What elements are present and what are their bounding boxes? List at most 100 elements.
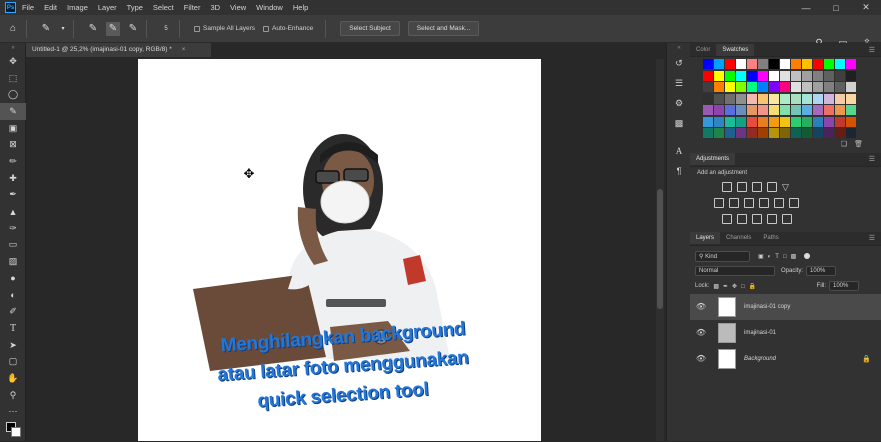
auto-enhance-checkbox[interactable]: Auto-Enhance bbox=[263, 25, 313, 32]
exposure-icon[interactable] bbox=[767, 181, 777, 192]
color-swatch[interactable] bbox=[747, 105, 757, 115]
maximize-icon[interactable]: □ bbox=[821, 0, 851, 15]
channel-mixer-icon[interactable] bbox=[774, 197, 784, 208]
menu-type[interactable]: Type bbox=[127, 3, 143, 12]
eye-icon[interactable]: 👁 bbox=[694, 354, 708, 363]
color-swatch[interactable] bbox=[725, 82, 735, 92]
filter-toggle-icon[interactable] bbox=[804, 253, 811, 259]
color-swatch[interactable] bbox=[802, 82, 812, 92]
menu-window[interactable]: Window bbox=[256, 3, 283, 12]
color-swatch[interactable] bbox=[802, 128, 812, 138]
color-swatch[interactable] bbox=[835, 128, 845, 138]
color-swatch[interactable] bbox=[736, 128, 746, 138]
color-swatch[interactable] bbox=[736, 59, 746, 69]
color-swatch[interactable] bbox=[769, 105, 779, 115]
color-swatch[interactable] bbox=[758, 105, 768, 115]
color-swatch[interactable] bbox=[802, 93, 812, 104]
color-swatch[interactable] bbox=[747, 93, 757, 104]
color-swatch[interactable] bbox=[747, 116, 757, 127]
move-tool-icon[interactable]: ✥ bbox=[0, 53, 26, 70]
color-swatch[interactable] bbox=[846, 93, 856, 104]
clone-stamp-tool-icon[interactable]: ▲ bbox=[0, 203, 26, 220]
color-balance-icon[interactable] bbox=[729, 197, 739, 208]
minimize-icon[interactable]: — bbox=[791, 0, 821, 15]
color-swatch[interactable] bbox=[758, 82, 768, 92]
color-swatch[interactable] bbox=[703, 128, 713, 138]
color-swatch[interactable] bbox=[747, 128, 757, 138]
chevron-down-icon[interactable]: ▾ bbox=[59, 22, 67, 36]
color-swatch[interactable] bbox=[736, 93, 746, 104]
menu-file[interactable]: File bbox=[22, 3, 34, 12]
frame-tool-icon[interactable]: ⊠ bbox=[0, 136, 26, 153]
color-swatch[interactable] bbox=[703, 70, 713, 81]
color-swatch[interactable] bbox=[791, 70, 801, 81]
quick-selection-preset-icon[interactable]: ✎ bbox=[39, 22, 53, 36]
collapse-icon[interactable]: « bbox=[667, 43, 691, 53]
color-swatch[interactable] bbox=[758, 128, 768, 138]
color-swatch[interactable] bbox=[813, 116, 823, 127]
scrollbar-thumb[interactable] bbox=[657, 189, 663, 309]
color-swatch[interactable] bbox=[747, 82, 757, 92]
color-swatch[interactable] bbox=[703, 59, 713, 69]
pen-tool-icon[interactable]: ✐ bbox=[0, 303, 26, 320]
color-swatch[interactable] bbox=[769, 128, 779, 138]
color-swatch[interactable] bbox=[725, 105, 735, 115]
color-swatch[interactable] bbox=[703, 82, 713, 92]
color-swatch[interactable] bbox=[736, 105, 746, 115]
color-swatch[interactable] bbox=[714, 70, 724, 81]
color-swatch[interactable] bbox=[791, 116, 801, 127]
color-swatch[interactable] bbox=[824, 93, 834, 104]
color-swatch[interactable] bbox=[846, 82, 856, 92]
levels-icon[interactable] bbox=[737, 181, 747, 192]
color-swatch[interactable] bbox=[714, 128, 724, 138]
quick-selection-tool-icon[interactable]: ✎ bbox=[0, 103, 26, 120]
color-swatch[interactable] bbox=[835, 116, 845, 127]
color-swatch[interactable] bbox=[791, 82, 801, 92]
color-swatch[interactable] bbox=[769, 59, 779, 69]
color-swatch[interactable] bbox=[780, 116, 790, 127]
gradient-map-icon[interactable] bbox=[767, 213, 777, 224]
color-swatch[interactable] bbox=[802, 116, 812, 127]
color-swatch[interactable] bbox=[769, 70, 779, 81]
menu-select[interactable]: Select bbox=[153, 3, 174, 12]
color-swatch[interactable] bbox=[791, 105, 801, 115]
color-swatch[interactable] bbox=[791, 128, 801, 138]
libraries-icon[interactable]: ▩ bbox=[667, 113, 691, 133]
color-swatch[interactable] bbox=[835, 70, 845, 81]
color-swatch[interactable] bbox=[703, 93, 713, 104]
color-lookup-icon[interactable] bbox=[789, 197, 799, 208]
type-tool-icon[interactable]: T bbox=[0, 320, 26, 337]
color-swatch[interactable] bbox=[725, 93, 735, 104]
layer-row[interactable]: 👁 Background 🔒 bbox=[690, 346, 881, 372]
panel-menu-icon[interactable]: ☰ bbox=[869, 155, 875, 163]
add-to-selection-icon[interactable]: ✎ bbox=[106, 21, 120, 36]
color-swatch[interactable] bbox=[725, 116, 735, 127]
shape-tool-icon[interactable]: ▢ bbox=[0, 353, 26, 370]
layer-filter-icons[interactable]: ▣◐T□▩ bbox=[758, 253, 800, 260]
tab-layers[interactable]: Layers bbox=[690, 232, 721, 244]
color-swatch[interactable] bbox=[813, 82, 823, 92]
healing-brush-tool-icon[interactable]: ✚ bbox=[0, 170, 26, 187]
color-swatch[interactable] bbox=[824, 105, 834, 115]
color-swatch[interactable] bbox=[824, 70, 834, 81]
color-swatch[interactable] bbox=[791, 93, 801, 104]
color-swatch[interactable] bbox=[824, 82, 834, 92]
blend-mode-select[interactable]: Normal bbox=[695, 266, 775, 276]
trash-icon[interactable]: 🗑 bbox=[854, 140, 863, 148]
eye-icon[interactable]: 👁 bbox=[694, 328, 708, 337]
color-swatch[interactable] bbox=[824, 59, 834, 69]
new-swatch-icon[interactable]: ❏ bbox=[841, 140, 847, 148]
select-subject-button[interactable]: Select Subject bbox=[340, 21, 400, 36]
color-swatch[interactable] bbox=[758, 59, 768, 69]
color-swatch[interactable] bbox=[824, 128, 834, 138]
paragraph-icon[interactable]: ¶ bbox=[667, 161, 691, 181]
color-swatch[interactable] bbox=[824, 116, 834, 127]
color-swatch[interactable] bbox=[780, 93, 790, 104]
color-swatch[interactable] bbox=[846, 105, 856, 115]
color-swatch[interactable] bbox=[780, 105, 790, 115]
color-swatch[interactable] bbox=[846, 128, 856, 138]
color-swatch[interactable] bbox=[714, 116, 724, 127]
panel-menu-icon[interactable]: ☰ bbox=[869, 234, 875, 242]
color-swatch[interactable] bbox=[780, 70, 790, 81]
hand-tool-icon[interactable]: ✋ bbox=[0, 370, 26, 387]
